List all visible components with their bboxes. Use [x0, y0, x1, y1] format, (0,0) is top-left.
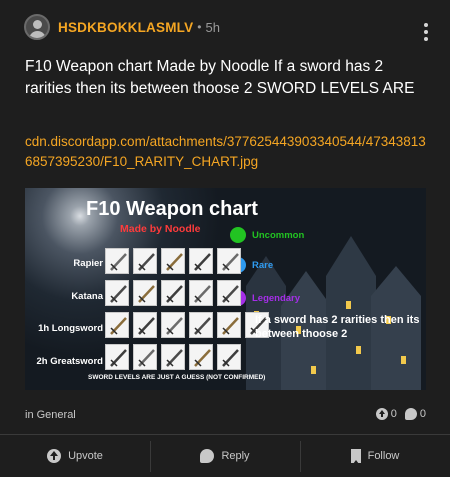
- reply-button[interactable]: Reply: [150, 435, 300, 477]
- user-avatar-icon[interactable]: [24, 14, 50, 40]
- upvote-count: 0: [390, 408, 397, 420]
- weapon-thumbnail: [189, 248, 213, 274]
- chart-title: F10 Weapon chart: [86, 198, 258, 220]
- weapon-thumbnail: [133, 280, 157, 306]
- weapon-thumbnail: [133, 312, 157, 338]
- weapon-thumbnail: [161, 312, 185, 338]
- post-time: 5h: [205, 19, 220, 35]
- upvote-button[interactable]: Upvote: [0, 435, 150, 477]
- weapon-thumbnail: [189, 312, 213, 338]
- weapon-thumbnail: [105, 248, 129, 274]
- weapon-thumbnail: [189, 280, 213, 306]
- chart-footer: SWORD LEVELS ARE JUST A GUESS (NOT CONFI…: [88, 374, 266, 381]
- attachment-link[interactable]: cdn.discordapp.com/attachments/377625443…: [25, 132, 427, 172]
- weapon-thumbnail: [105, 312, 129, 338]
- legend-uncommon: Uncommon: [230, 227, 304, 243]
- chart-subtitle: Made by Noodle: [120, 223, 201, 235]
- weapon-grid: [105, 248, 273, 375]
- bookmark-icon: [350, 449, 361, 464]
- weapon-thumbnail: [133, 248, 157, 274]
- row-label-greatsword: 2h Greatsword: [36, 356, 103, 367]
- meta-separator: •: [197, 20, 202, 34]
- more-vertical-icon[interactable]: [424, 23, 428, 41]
- weapon-thumbnail: [217, 248, 241, 274]
- reply-count: 0: [419, 408, 426, 420]
- weapon-thumbnail: [133, 344, 157, 370]
- weapon-thumbnail: [217, 280, 241, 306]
- upvote-label: Upvote: [68, 450, 103, 462]
- upvote-arrow-icon: [375, 408, 388, 420]
- upvote-arrow-icon: [47, 449, 62, 463]
- post-counts: 0 0: [375, 408, 426, 420]
- row-label-rapier: Rapier: [73, 258, 103, 269]
- weapon-thumbnail: [105, 344, 129, 370]
- row-label-katana: Katana: [71, 291, 103, 302]
- post-category[interactable]: in General: [25, 409, 76, 421]
- follow-button[interactable]: Follow: [300, 435, 450, 477]
- weapon-thumbnail: [189, 344, 213, 370]
- speech-bubble-icon: [404, 408, 417, 420]
- legend-label: Uncommon: [252, 229, 305, 241]
- action-bar: Upvote Reply Follow: [0, 434, 450, 477]
- reply-label: Reply: [221, 450, 250, 462]
- post-title: F10 Weapon chart Made by Noodle If a swo…: [25, 58, 415, 97]
- weapon-thumbnail: [161, 248, 185, 274]
- row-label-longsword: 1h Longsword: [38, 323, 103, 334]
- attached-image[interactable]: F10 Weapon chart Made by Noodle Uncommon…: [25, 188, 426, 390]
- weapon-thumbnail: [217, 312, 241, 338]
- chart-note: If a sword has 2 rarities then its betwe…: [255, 314, 420, 340]
- uncommon-dot-icon: [230, 227, 246, 243]
- author-username[interactable]: HSDKBOKKLASMLV: [58, 20, 193, 35]
- weapon-thumbnail: [105, 280, 129, 306]
- post-header: HSDKBOKKLASMLV • 5h: [24, 13, 434, 41]
- weapon-thumbnail: [217, 344, 241, 370]
- weapon-thumbnail: [161, 280, 185, 306]
- weapon-thumbnail: [161, 344, 185, 370]
- follow-label: Follow: [367, 450, 400, 462]
- speech-bubble-icon: [200, 449, 215, 463]
